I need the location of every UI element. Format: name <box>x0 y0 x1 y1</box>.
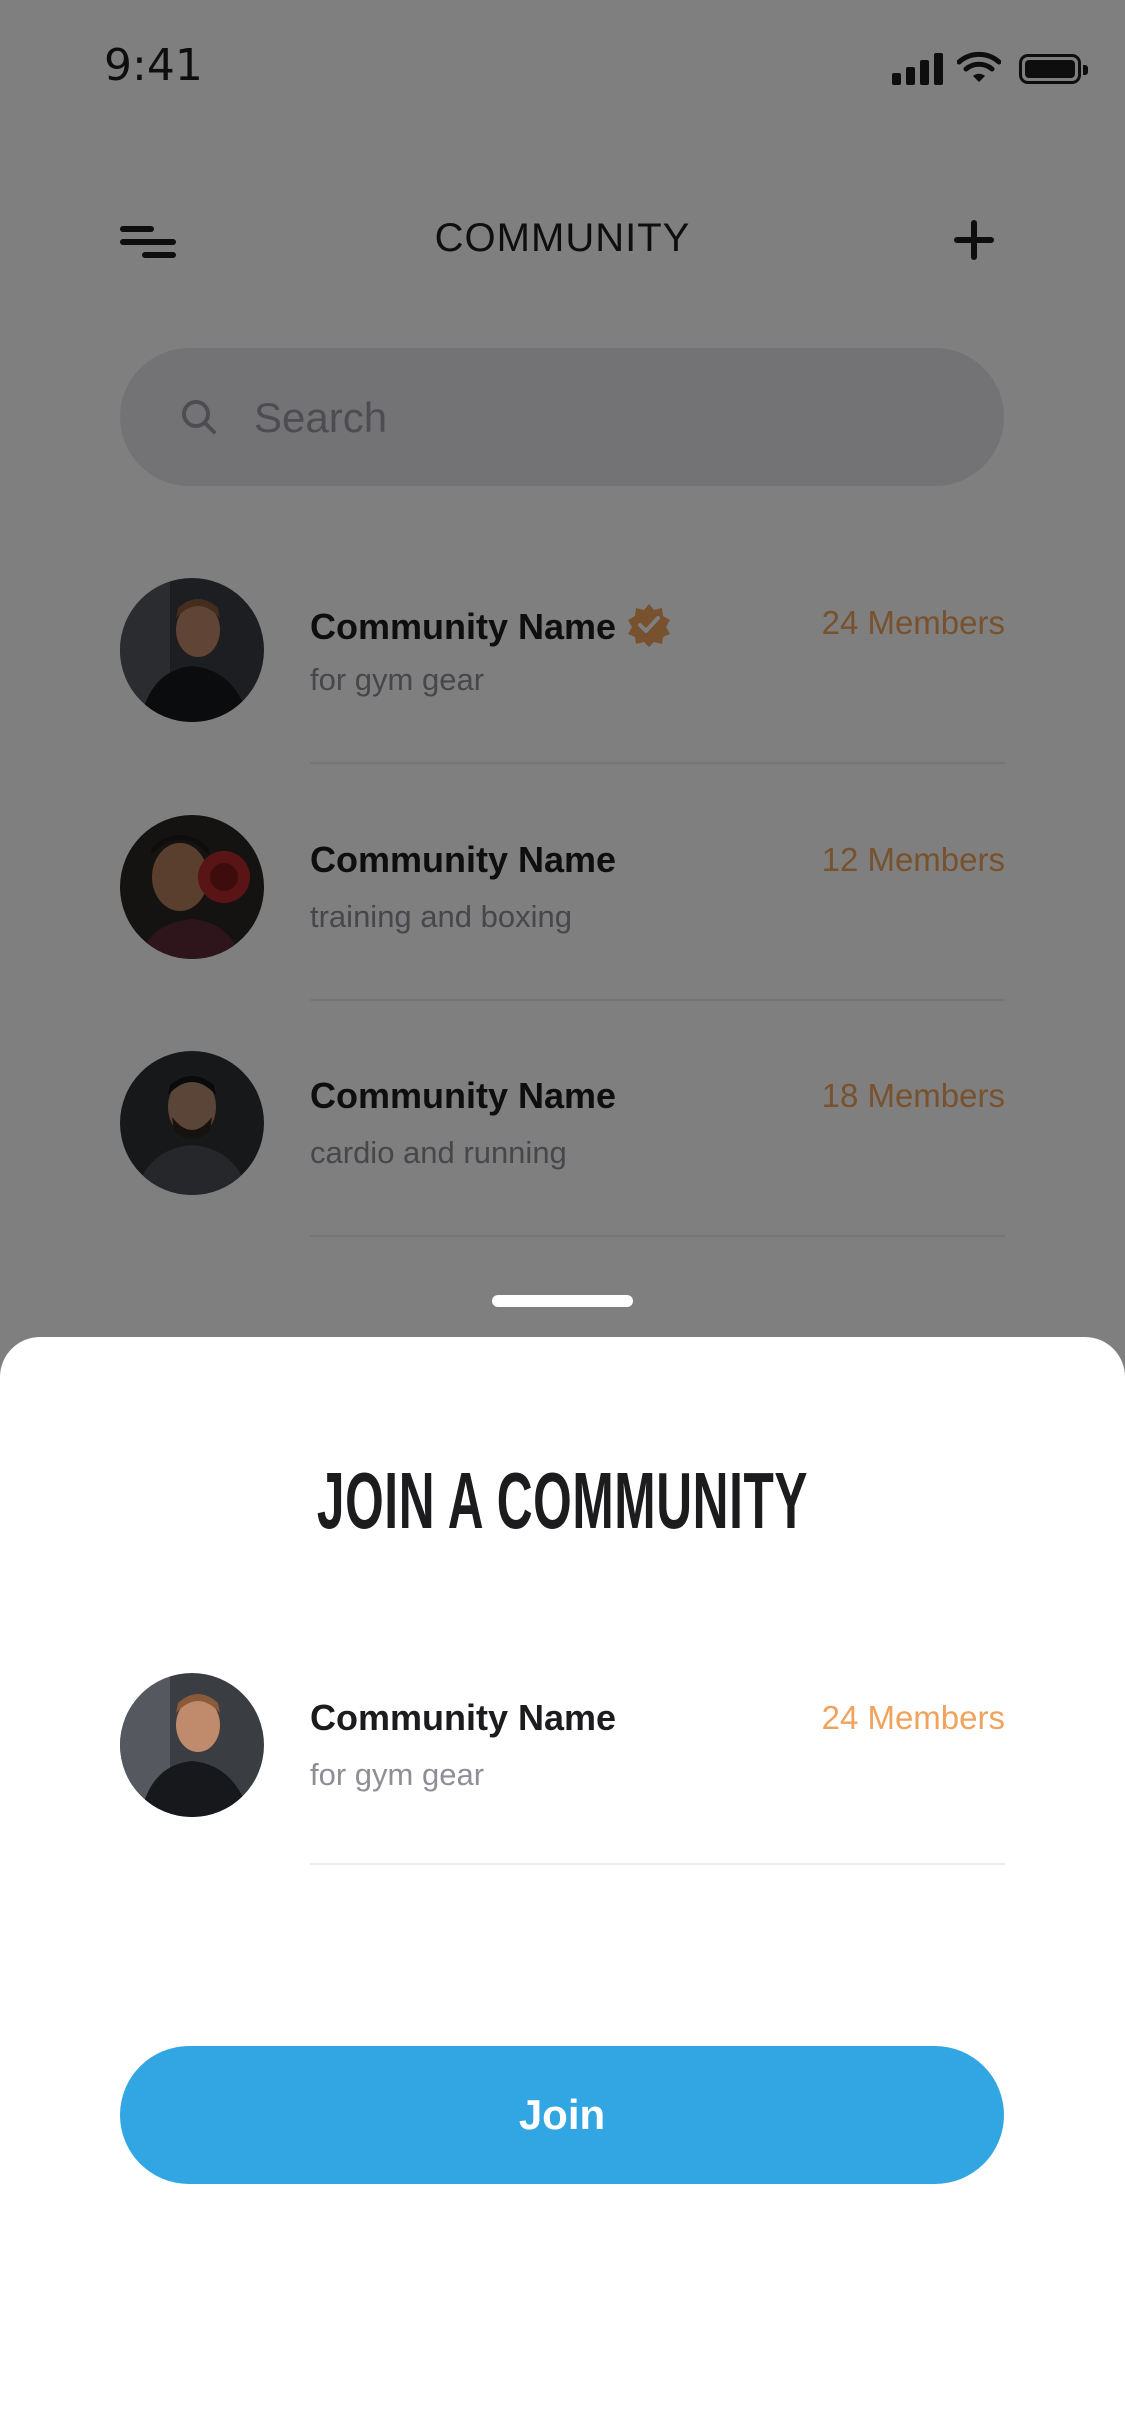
community-name: Community Name <box>310 1697 617 1738</box>
avatar <box>120 1673 264 1817</box>
join-community-sheet: JOIN A COMMUNITY Community Name for gym … <box>0 1337 1125 2436</box>
join-button[interactable]: Join <box>120 2046 1004 2184</box>
sheet-title: JOIN A COMMUNITY <box>316 1456 809 1545</box>
member-count: 24 Members <box>821 1699 1005 1736</box>
selected-community: Community Name for gym gear 24 Members <box>0 1587 1125 1865</box>
divider <box>310 1863 1005 1865</box>
sheet-handle[interactable] <box>492 1295 633 1307</box>
community-description: for gym gear <box>310 1757 485 1792</box>
